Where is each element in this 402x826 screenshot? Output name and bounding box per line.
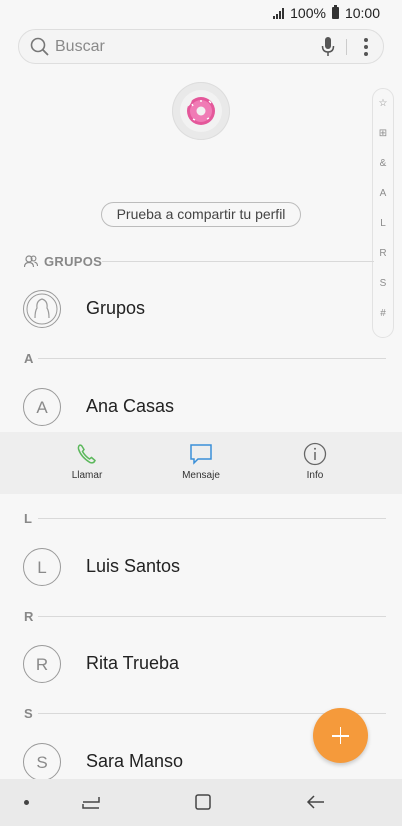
info-button[interactable]: Info <box>275 442 355 481</box>
contact-name: Sara Manso <box>86 751 184 771</box>
nav-dot-icon[interactable] <box>24 800 29 805</box>
section-divider <box>38 616 386 617</box>
message-label: Mensaje <box>182 470 220 481</box>
status-bar: 100% 10:00 <box>0 0 402 26</box>
clock: 10:00 <box>344 5 380 21</box>
index-groups[interactable]: ⊞ <box>379 127 387 157</box>
groups-section-header: GRUPOS <box>24 254 374 269</box>
section-divider <box>102 261 374 262</box>
groups-list-item[interactable]: Grupos <box>0 288 402 332</box>
message-icon <box>190 444 212 465</box>
index-favorites[interactable]: ☆ <box>379 97 388 127</box>
avatar: L <box>23 548 61 586</box>
contact-item-ana-casas[interactable]: A Ana Casas <box>0 386 402 430</box>
search-bar[interactable]: Buscar <box>18 29 384 64</box>
section-header-r: R <box>22 609 386 624</box>
battery-percent: 100% <box>290 5 326 21</box>
section-divider <box>38 358 386 359</box>
index-r[interactable]: R <box>379 247 386 277</box>
call-label: Llamar <box>71 470 103 481</box>
groups-icon <box>24 255 38 268</box>
index-l[interactable]: L <box>380 217 386 247</box>
battery-icon <box>331 5 339 19</box>
system-nav-bar <box>0 779 402 826</box>
groups-section-label: GRUPOS <box>44 254 103 269</box>
profile-avatar[interactable] <box>172 82 230 140</box>
back-icon[interactable] <box>306 794 326 810</box>
search-divider <box>346 39 347 55</box>
call-button[interactable]: Llamar <box>47 442 127 481</box>
mic-icon[interactable] <box>321 37 335 57</box>
section-divider <box>38 518 386 519</box>
index-a[interactable]: A <box>380 187 387 217</box>
contact-item-luis-santos[interactable]: L Luis Santos <box>0 546 402 590</box>
contact-name: Luis Santos <box>86 556 181 576</box>
section-letter: A <box>24 351 34 366</box>
info-icon <box>303 442 327 466</box>
section-letter: S <box>24 706 33 721</box>
share-profile-button[interactable]: Prueba a compartir tu perfil <box>101 202 301 227</box>
signal-icon <box>273 7 285 19</box>
more-options-icon[interactable] <box>363 38 369 56</box>
section-letter: R <box>24 609 34 624</box>
contact-item-rita-trueba[interactable]: R Rita Trueba <box>0 643 402 687</box>
section-letter: L <box>24 511 32 526</box>
groups-avatar <box>23 290 61 328</box>
avatar: R <box>23 645 61 683</box>
search-icon <box>30 37 49 56</box>
index-ampersand[interactable]: & <box>380 157 387 187</box>
contact-name: Rita Trueba <box>86 653 180 673</box>
add-contact-button[interactable] <box>313 708 368 763</box>
groups-item-label: Grupos <box>86 298 146 318</box>
home-icon[interactable] <box>194 793 212 811</box>
contact-name: Ana Casas <box>86 396 175 416</box>
status-indicators: 100% 10:00 <box>273 5 380 21</box>
phone-icon <box>77 444 96 464</box>
donut-icon <box>180 90 222 132</box>
avatar: A <box>23 388 61 426</box>
search-input[interactable]: Buscar <box>55 38 105 56</box>
person-silhouette-icon <box>26 293 58 325</box>
info-label: Info <box>306 470 324 481</box>
section-header-l: L <box>22 511 386 526</box>
section-header-a: A <box>22 351 386 366</box>
contact-actions-bar: Llamar Mensaje Info <box>0 432 402 494</box>
recent-apps-icon[interactable] <box>81 793 101 811</box>
message-button[interactable]: Mensaje <box>161 442 241 481</box>
avatar: S <box>23 743 61 781</box>
